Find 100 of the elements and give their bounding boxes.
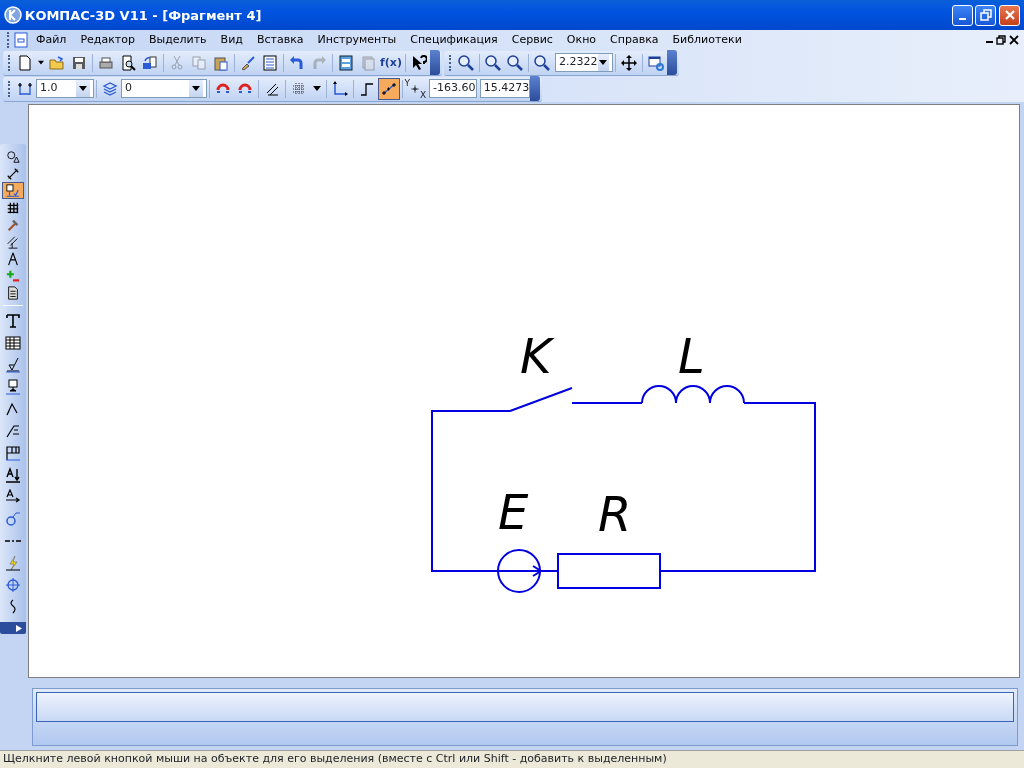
x-coordinate-field[interactable]: -163.60 xyxy=(428,79,477,98)
menu-item[interactable]: Спецификация xyxy=(403,31,505,49)
hammer-icon xyxy=(6,217,20,232)
parallel-lines-icon xyxy=(6,234,20,249)
transfer-icon xyxy=(142,54,158,71)
step-dropdown[interactable]: 1.0 xyxy=(36,79,94,98)
text-cursor-icon xyxy=(5,313,21,329)
wire xyxy=(571,402,643,404)
caret-icon xyxy=(38,60,44,65)
dimension-icon xyxy=(6,166,20,181)
y-axis-label: Y xyxy=(404,77,410,88)
caret-icon xyxy=(192,86,200,91)
cursor-step-icon xyxy=(17,80,33,97)
menu-item[interactable]: Сервис xyxy=(504,31,560,49)
menu-item[interactable]: Выделить xyxy=(141,31,214,49)
voltage-source xyxy=(497,549,559,593)
print-icon xyxy=(98,54,114,71)
pan-icon xyxy=(621,54,637,71)
new-document-icon xyxy=(17,54,33,71)
grip-handle[interactable] xyxy=(7,32,10,48)
app-logo-icon xyxy=(4,6,22,24)
layer-dropdown[interactable]: 0 xyxy=(121,79,207,98)
grip-handle[interactable] xyxy=(8,54,11,71)
zoom-scale-icon xyxy=(507,54,523,71)
grid-icon xyxy=(6,200,20,215)
circuit-label: L xyxy=(678,328,705,384)
close-icon[interactable] xyxy=(1008,35,1019,45)
symbol-button[interactable] xyxy=(2,182,24,199)
document-icon xyxy=(6,285,20,300)
document-icon[interactable] xyxy=(13,32,29,48)
snap-point-icon xyxy=(410,83,420,94)
plus-minus-icon xyxy=(6,268,20,283)
restore-icon[interactable] xyxy=(995,35,1006,45)
redo-icon xyxy=(311,54,327,71)
caret-icon xyxy=(599,60,608,65)
y-coordinate-field[interactable]: 15.4273 xyxy=(479,79,530,98)
arrow-right-a-icon xyxy=(5,489,21,505)
help-pointer-icon xyxy=(411,54,427,71)
circuit-label: R xyxy=(598,486,632,542)
refresh-icon xyxy=(648,54,664,71)
menu-item[interactable]: Библиотеки xyxy=(665,31,749,49)
table-icon xyxy=(5,335,21,351)
snap-icon xyxy=(380,80,397,97)
caret-icon xyxy=(312,86,321,91)
minimize-icon xyxy=(958,18,966,20)
circuit-label: E xyxy=(498,484,529,540)
open-folder-icon xyxy=(49,54,65,71)
menu-item[interactable]: Вид xyxy=(213,31,250,49)
ortho-icon xyxy=(358,80,375,97)
window-title: КОМПАС-3D V11 - [Фрагмент 4] xyxy=(24,7,263,23)
undo-icon xyxy=(289,54,305,71)
paste-icon xyxy=(213,54,229,71)
save-icon xyxy=(71,54,87,71)
panel-expand-button[interactable] xyxy=(0,622,26,634)
lightning-icon xyxy=(5,555,21,571)
dashed-line-icon xyxy=(5,540,21,542)
toolbar-options-button[interactable] xyxy=(529,76,540,101)
base-symbol-icon xyxy=(5,379,21,395)
menu-item[interactable]: Справка xyxy=(603,31,666,49)
x-axis-label: X xyxy=(420,89,427,100)
cut-icon xyxy=(169,54,185,71)
zoom-dropdown[interactable]: 2.2322 xyxy=(555,53,613,72)
minimize-button[interactable] xyxy=(951,4,973,26)
pages-icon xyxy=(360,54,376,71)
zoom-area-icon xyxy=(485,54,501,71)
circle-leader-icon xyxy=(5,511,21,527)
grip-handle[interactable] xyxy=(449,54,452,71)
zoom-in-icon xyxy=(534,54,550,71)
drawing-canvas[interactable]: K L E R xyxy=(28,104,1020,678)
menu-item[interactable]: Редактор xyxy=(73,31,142,49)
coordinate-system-icon xyxy=(331,80,348,97)
caret-icon xyxy=(79,86,87,91)
close-icon xyxy=(1003,9,1016,21)
brush-icon xyxy=(240,54,256,71)
switch-contact xyxy=(509,387,573,412)
layers-icon xyxy=(102,80,118,97)
expand-arrow-icon xyxy=(16,624,22,632)
menu-item[interactable]: Файл xyxy=(29,31,74,49)
status-text: Щелкните левой кнопкой мыши на объекте для его выделения (вместе с Ctrl или Shift - добавить к выделенным) xyxy=(3,751,667,768)
roughness-icon xyxy=(5,357,21,373)
menu-item[interactable]: Окно xyxy=(559,31,604,49)
function-button[interactable]: f(x) xyxy=(379,51,403,74)
arrow-down-a-icon xyxy=(5,467,21,483)
zoom-window-icon xyxy=(458,54,474,71)
print-preview-icon xyxy=(120,54,136,71)
grip-handle[interactable] xyxy=(8,80,11,97)
compass-icon xyxy=(6,251,20,266)
window-icon xyxy=(338,54,354,71)
symbol-icon xyxy=(6,183,20,198)
menu-item[interactable]: Инструменты xyxy=(310,31,404,49)
close-button[interactable] xyxy=(999,4,1020,26)
restore-button[interactable] xyxy=(975,4,997,26)
snap-button[interactable] xyxy=(377,77,400,100)
menu-item[interactable]: Вставка xyxy=(249,31,311,49)
restore-icon xyxy=(979,9,992,21)
flag-icon xyxy=(5,445,21,461)
crosshair-icon xyxy=(5,577,21,593)
list-icon xyxy=(262,54,278,71)
grid-icon xyxy=(291,80,307,97)
copy-icon xyxy=(191,54,207,71)
